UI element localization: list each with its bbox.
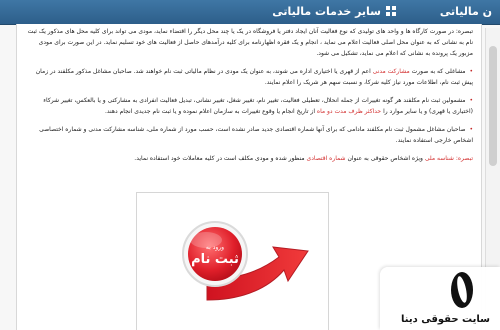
paragraph-text: صاحبان مشاغل مشمول ثبت نام مکلفند مادامی… bbox=[39, 126, 473, 144]
scrollbar-thumb[interactable] bbox=[489, 46, 497, 166]
site-name: سایت حقوقی دینا bbox=[401, 314, 490, 325]
economic-code-paragraph: • صاحبان مشاغل مشمول ثبت نام مکلفند مادا… bbox=[25, 124, 473, 146]
bullet-icon: • bbox=[469, 126, 473, 133]
paragraph-prefix: مشاغلی که به صورت bbox=[411, 68, 466, 75]
note-text: تبصره: در صورت کارگاه ها و واحد های تولی… bbox=[27, 28, 473, 57]
badge-main-label: ثبت نام bbox=[191, 252, 239, 267]
tab-tax[interactable]: ن مالیاتی bbox=[434, 3, 498, 21]
grid-icon bbox=[386, 6, 396, 16]
paragraph-suffix: ویژه اشخاص حقوقی به عنوان bbox=[347, 155, 423, 162]
site-logo-icon bbox=[451, 272, 473, 308]
note-paragraph: تبصره: در صورت کارگاه ها و واحد های تولی… bbox=[25, 26, 473, 59]
civil-partnership-link[interactable]: مشارکت مدنی bbox=[373, 68, 410, 75]
page: سایر خدمات مالیاتی ن مالیاتی تبصره: در ص… bbox=[0, 0, 500, 330]
top-navigation-bar: سایر خدمات مالیاتی ن مالیاتی bbox=[0, 0, 500, 25]
note-label: تبصره: bbox=[455, 155, 473, 162]
paragraph-tail: منظور شده و مودی مکلف است در کلیه معاملا… bbox=[134, 155, 305, 162]
national-id-note: تبصره: شناسه ملی ویژه اشخاص حقوقی به عنو… bbox=[25, 153, 473, 164]
tab-label: ن مالیاتی bbox=[439, 5, 492, 18]
civil-partnership-paragraph: • مشاغلی که به صورت مشارکت مدنی اعم از ق… bbox=[25, 66, 473, 88]
tab-other-tax-services[interactable]: سایر خدمات مالیاتی bbox=[266, 3, 402, 21]
bullet-icon: • bbox=[469, 97, 473, 104]
deadline-highlight: حداکثر ظرف مدت دو ماه bbox=[316, 108, 382, 115]
bullet-icon: • bbox=[469, 68, 473, 75]
paragraph-suffix: از تاریخ انجام یا وقوع تغییرات به سازمان… bbox=[104, 108, 315, 115]
tab-label: سایر خدمات مالیاتی bbox=[272, 5, 381, 18]
badge-small-label: ورود به bbox=[206, 244, 224, 251]
economic-number-highlight: شماره اقتصادی bbox=[306, 155, 346, 162]
changes-paragraph: • مشمولین ثبت نام مکلفند هر گونه تغییرات… bbox=[25, 95, 473, 117]
registration-graphic[interactable]: ورود به ثبت نام bbox=[136, 192, 329, 330]
national-id-link[interactable]: شناسه ملی bbox=[425, 155, 454, 162]
site-watermark: سایت حقوقی دینا bbox=[380, 267, 500, 330]
registration-arrow-icon: ورود به ثبت نام bbox=[182, 221, 309, 301]
